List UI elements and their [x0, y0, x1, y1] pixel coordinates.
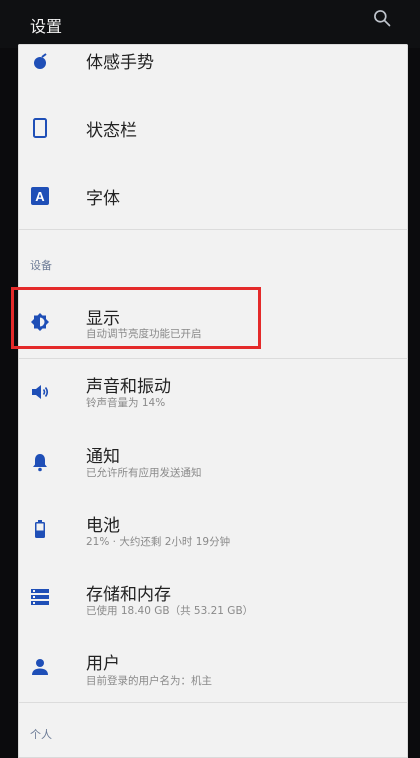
- setting-label: 通知: [86, 447, 120, 467]
- setting-label: 存储和内存: [86, 585, 171, 605]
- storage-icon: [31, 589, 49, 605]
- user-icon: [32, 659, 48, 675]
- setting-subtitle: 已允许所有应用发送通知: [86, 467, 202, 479]
- setting-item-font[interactable]: A 字体: [18, 162, 408, 232]
- svg-text:A: A: [35, 189, 45, 204]
- status-bar-icon: [33, 118, 47, 138]
- setting-item-notifications[interactable]: 通知 已允许所有应用发送通知: [18, 428, 408, 498]
- setting-subtitle: 目前登录的用户名为：机主: [86, 675, 212, 687]
- setting-label: 电池: [86, 516, 120, 536]
- setting-item-storage[interactable]: 存储和内存 已使用 18.40 GB（共 53.21 GB）: [18, 567, 408, 637]
- setting-subtitle: 铃声音量为 14%: [86, 397, 166, 409]
- gesture-icon: [34, 53, 47, 69]
- settings-screen: 体感手势 状态栏 A 字体 设备 显示 自动调节亮度功能已开启 声音和振动 铃声…: [18, 44, 408, 758]
- setting-item-status-bar[interactable]: 状态栏: [18, 94, 408, 164]
- setting-item-display[interactable]: 显示 自动调节亮度功能已开启: [18, 290, 408, 360]
- setting-item-sound[interactable]: 声音和振动 铃声音量为 14%: [18, 358, 408, 428]
- setting-label: 体感手势: [86, 53, 154, 73]
- battery-icon: [35, 520, 45, 538]
- brightness-icon: [31, 313, 49, 331]
- setting-subtitle: 自动调节亮度功能已开启: [86, 328, 202, 340]
- font-icon: A: [31, 187, 49, 205]
- volume-icon: [32, 385, 49, 399]
- setting-label: 状态栏: [86, 121, 137, 141]
- setting-label: 声音和振动: [86, 377, 171, 397]
- setting-subtitle: 已使用 18.40 GB（共 53.21 GB）: [86, 605, 254, 617]
- setting-item-users[interactable]: 用户 目前登录的用户名为：机主: [18, 636, 408, 706]
- phone-frame: 设置 体感手势 状态栏 A 字体 设备 显示 自动调节亮度功能已开启 声音和振动…: [0, 0, 420, 758]
- top-bar: 设置: [0, 0, 420, 48]
- section-header-personal: 个人: [30, 728, 52, 741]
- divider: [18, 702, 408, 703]
- setting-label: 用户: [86, 654, 120, 674]
- section-header-device: 设备: [30, 259, 52, 272]
- bell-icon: [33, 454, 47, 472]
- search-icon[interactable]: [372, 8, 392, 28]
- setting-item-gestures[interactable]: 体感手势: [18, 44, 408, 98]
- page-title: 设置: [30, 17, 63, 36]
- setting-item-battery[interactable]: 电池 21% · 大约还剩 2小时 19分钟: [18, 497, 408, 567]
- setting-label: 字体: [86, 189, 120, 209]
- divider: [18, 229, 408, 230]
- setting-subtitle: 21% · 大约还剩 2小时 19分钟: [86, 536, 231, 548]
